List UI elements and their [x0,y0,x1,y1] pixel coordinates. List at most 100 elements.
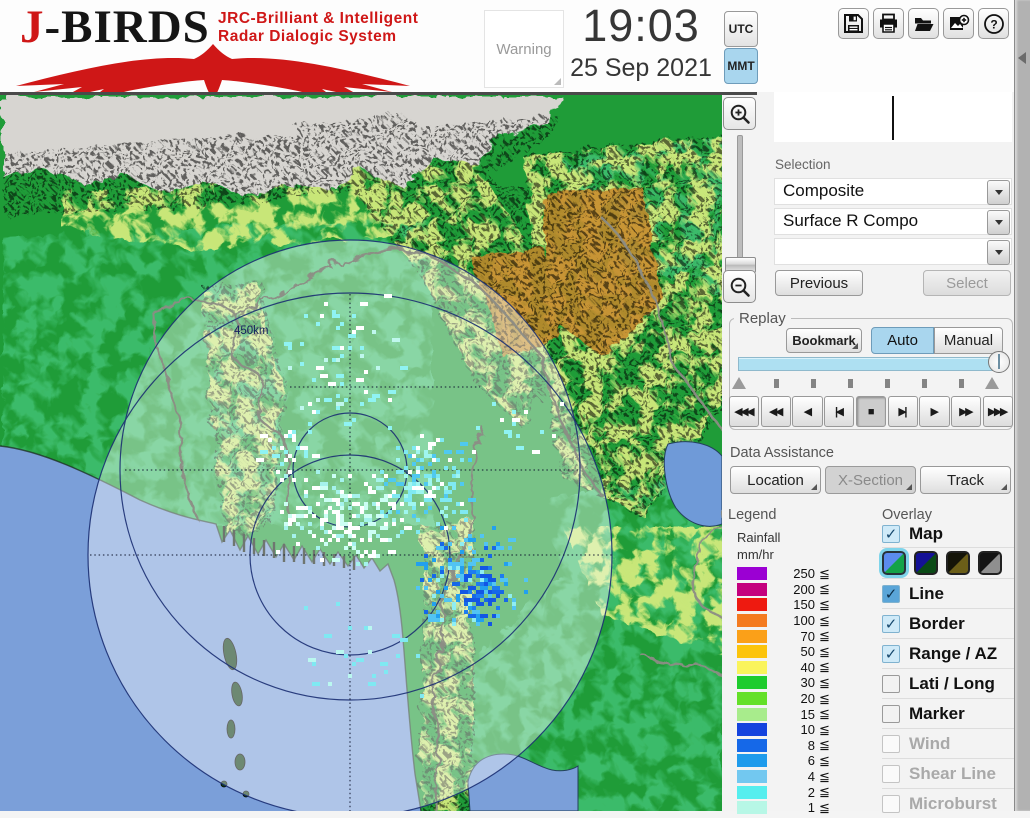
step-back-button[interactable]: |◀ [824,396,855,427]
overlay-item-wind[interactable]: Wind [882,728,1014,758]
checkbox-unchecked[interactable] [882,674,900,693]
legend-row: 8 ≦ [737,737,857,754]
overlay-item-microburst[interactable]: Microburst [882,788,1014,818]
warning-label: Warning [496,40,552,58]
slider-tick [885,379,890,388]
slider-tick-end [985,377,999,389]
slider-tick [811,379,816,388]
legend-operator: ≦ [819,674,830,690]
dropdown-arrow-button[interactable] [987,210,1010,235]
zoom-slider-track[interactable] [737,135,743,259]
snapshot-button[interactable] [943,8,974,39]
mmt-button[interactable]: MMT [724,48,758,84]
product-list-box[interactable] [774,91,1012,142]
checkbox-unchecked[interactable] [882,704,900,723]
text-cursor [892,96,894,140]
print-icon [880,13,897,33]
overlay-item-label: Marker [909,703,965,723]
map-style-black-gray[interactable] [978,551,1002,575]
play-button[interactable]: ▶ [919,396,950,427]
legend-operator: ≦ [819,706,830,722]
open-folder-icon [914,17,933,31]
radar-map-canvas[interactable]: 450km [0,94,758,818]
zoom-in-button[interactable] [723,97,756,130]
legend-value: 150 [793,597,815,613]
checkbox-checked[interactable]: ✓ [882,524,900,543]
map-style-navy-darkgreen[interactable] [914,551,938,575]
overlay-item-lati-long[interactable]: Lati / Long [882,668,1014,698]
help-button[interactable]: ? [978,8,1009,39]
legend-value: 30 [800,675,815,691]
overlay-item-line[interactable]: ✓ Line [882,578,1014,608]
legend-operator: ≦ [819,784,830,800]
overlay-item-border[interactable]: ✓ Border [882,608,1014,638]
overlay-item-marker[interactable]: Marker [882,698,1014,728]
overlay-item-label: Shear Line [909,763,996,783]
open-file-button[interactable] [908,8,939,39]
track-button[interactable]: Track [920,466,1011,494]
play-reverse-button[interactable]: ◀ [792,396,823,427]
legend-row: 200 ≦ [737,581,857,598]
checkbox-checked[interactable]: ✓ [882,644,900,663]
rewind-fast-button[interactable]: ◀◀ [760,396,791,427]
replay-slider-handle[interactable] [988,351,1010,373]
step-forward-button[interactable]: ▶| [887,396,918,427]
chevron-down-icon [994,250,1003,255]
overlay-item-shear-line[interactable]: Shear Line [882,758,1014,788]
forward-fast-button[interactable]: ▶▶ [951,396,982,427]
legend-swatch [737,801,767,815]
selection-dropdown-1[interactable]: Composite [774,178,1012,205]
warning-panel[interactable]: Warning [484,10,564,88]
forward-fastest-button[interactable]: ▶▶▶ [982,396,1013,427]
previous-button[interactable]: Previous [775,270,863,296]
dropdown-arrow-button[interactable] [987,180,1010,205]
legend-value: 2 [807,784,815,800]
legend-row: 100 ≦ [737,613,857,629]
legend-swatch [737,629,767,643]
legend-operator: ≦ [819,565,830,581]
checkbox-checked[interactable]: ✓ [882,614,900,633]
stop-button[interactable]: ■ [855,396,887,427]
legend-value: 100 [793,613,815,629]
bookmark-button[interactable]: Bookmark [786,328,862,353]
zoom-out-button[interactable] [723,270,756,303]
auto-mode-button[interactable]: Auto [871,327,934,354]
x-section-button[interactable]: X-Section [825,466,916,494]
menu-corner-icon [811,484,817,490]
panel-collapse-strip[interactable] [1014,0,1030,811]
legend-operator: ≦ [819,721,830,737]
svg-text:?: ? [990,17,997,31]
save-button[interactable] [838,8,869,39]
zoom-out-icon [730,277,750,297]
map-style-blue-green[interactable] [882,551,906,575]
location-button[interactable]: Location [730,466,821,494]
overlay-item-range-az[interactable]: ✓ Range / AZ [882,638,1014,668]
legend-row: 250 ≦ [737,566,857,582]
legend-row: 150 ≦ [737,597,857,613]
overlay-list: ✓ Map ✓ Line ✓ Border ✓ Range / AZ Lati / Long Ma… [882,520,1014,818]
data-assistance-label: Data Assistance [730,445,834,461]
control-panel: Myanmar DMH Selection Composite Surface … [722,0,1014,815]
menu-corner-icon [852,343,858,349]
replay-slider-track[interactable] [738,357,1004,371]
map-style-black-olive[interactable] [946,551,970,575]
legend-swatch [737,676,767,690]
overlay-item-label: Lati / Long [909,673,995,693]
selection-dropdown-3[interactable] [774,238,1012,265]
selection-dropdown-2[interactable]: Surface R Compo [774,208,1012,235]
utc-button[interactable]: UTC [724,11,758,47]
print-button[interactable] [873,8,904,39]
manual-mode-button[interactable]: Manual [934,327,1003,354]
map-style-row [882,547,1014,578]
radar-map[interactable]: 450km [0,94,758,818]
dropdown-arrow-button[interactable] [987,240,1010,265]
rewind-fastest-button[interactable]: ◀◀◀ [729,396,760,427]
slider-tick [922,379,927,388]
select-button[interactable]: Select [923,270,1011,296]
legend-operator: ≦ [819,752,830,768]
legend-value: 1 [807,800,815,816]
checkbox-checked[interactable]: ✓ [882,584,900,603]
legend-swatch [737,770,767,784]
overlay-item-map[interactable]: ✓ Map [882,520,1014,547]
header-divider [0,92,757,95]
